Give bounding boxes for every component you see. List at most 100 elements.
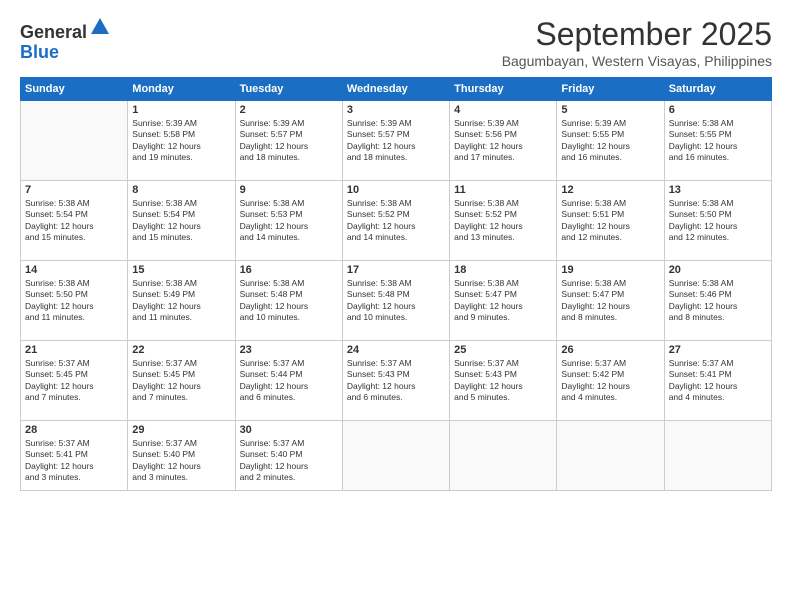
day-number: 12 bbox=[561, 184, 659, 196]
calendar-cell: 15 Sunrise: 5:38 AM Sunset: 5:49 PM Dayli… bbox=[128, 261, 235, 341]
day-number: 18 bbox=[454, 264, 552, 276]
header-tuesday: Tuesday bbox=[235, 78, 342, 101]
day-number: 15 bbox=[132, 264, 230, 276]
day-info: Sunrise: 5:37 AM Sunset: 5:43 PM Dayligh… bbox=[347, 358, 445, 404]
day-info: Sunrise: 5:38 AM Sunset: 5:48 PM Dayligh… bbox=[240, 278, 338, 324]
day-info: Sunrise: 5:38 AM Sunset: 5:52 PM Dayligh… bbox=[454, 198, 552, 244]
day-number: 25 bbox=[454, 344, 552, 356]
day-info: Sunrise: 5:37 AM Sunset: 5:45 PM Dayligh… bbox=[132, 358, 230, 404]
location: Bagumbayan, Western Visayas, Philippines bbox=[502, 53, 772, 69]
day-number: 21 bbox=[25, 344, 123, 356]
calendar-cell bbox=[664, 421, 771, 491]
day-number: 19 bbox=[561, 264, 659, 276]
calendar-cell: 21 Sunrise: 5:37 AM Sunset: 5:45 PM Dayli… bbox=[21, 341, 128, 421]
calendar-cell: 23 Sunrise: 5:37 AM Sunset: 5:44 PM Dayli… bbox=[235, 341, 342, 421]
calendar-cell: 13 Sunrise: 5:38 AM Sunset: 5:50 PM Dayli… bbox=[664, 181, 771, 261]
day-info: Sunrise: 5:37 AM Sunset: 5:43 PM Dayligh… bbox=[454, 358, 552, 404]
header-wednesday: Wednesday bbox=[342, 78, 449, 101]
calendar-cell bbox=[450, 421, 557, 491]
calendar-cell: 16Sunrise: 5:38 AM Sunset: 5:48 PM Dayli… bbox=[235, 261, 342, 341]
day-number: 26 bbox=[561, 344, 659, 356]
day-info: Sunrise: 5:38 AM Sunset: 5:48 PM Dayligh… bbox=[347, 278, 445, 324]
day-number: 11 bbox=[454, 184, 552, 196]
calendar-cell: 18 Sunrise: 5:38 AM Sunset: 5:47 PM Dayli… bbox=[450, 261, 557, 341]
day-info: Sunrise: 5:38 AM Sunset: 5:55 PM Dayligh… bbox=[669, 118, 767, 164]
calendar-header-row: Sunday Monday Tuesday Wednesday Thursday… bbox=[21, 78, 772, 101]
calendar-cell: 5Sunrise: 5:39 AM Sunset: 5:55 PM Daylig… bbox=[557, 101, 664, 181]
day-number: 27 bbox=[669, 344, 767, 356]
calendar-cell: 12 Sunrise: 5:38 AM Sunset: 5:51 PM Dayli… bbox=[557, 181, 664, 261]
page-header: General Blue September 2025 Bagumbayan, … bbox=[20, 16, 772, 69]
logo-blue-text: Blue bbox=[20, 42, 59, 62]
day-info: Sunrise: 5:38 AM Sunset: 5:53 PM Dayligh… bbox=[240, 198, 338, 244]
calendar-table: Sunday Monday Tuesday Wednesday Thursday… bbox=[20, 77, 772, 491]
calendar-cell: 20Sunrise: 5:38 AM Sunset: 5:46 PM Dayli… bbox=[664, 261, 771, 341]
day-info: Sunrise: 5:38 AM Sunset: 5:51 PM Dayligh… bbox=[561, 198, 659, 244]
day-number: 9 bbox=[240, 184, 338, 196]
logo-icon bbox=[89, 16, 111, 38]
calendar-cell: 22 Sunrise: 5:37 AM Sunset: 5:45 PM Dayli… bbox=[128, 341, 235, 421]
calendar-cell bbox=[557, 421, 664, 491]
calendar-cell: 19 Sunrise: 5:38 AM Sunset: 5:47 PM Dayli… bbox=[557, 261, 664, 341]
month-title: September 2025 bbox=[502, 16, 772, 53]
calendar-cell: 9 Sunrise: 5:38 AM Sunset: 5:53 PM Daylig… bbox=[235, 181, 342, 261]
day-info: Sunrise: 5:39 AM Sunset: 5:58 PM Dayligh… bbox=[132, 118, 230, 164]
calendar-cell: 29 Sunrise: 5:37 AM Sunset: 5:40 PM Dayli… bbox=[128, 421, 235, 491]
day-number: 29 bbox=[132, 424, 230, 436]
day-info: Sunrise: 5:38 AM Sunset: 5:50 PM Dayligh… bbox=[669, 198, 767, 244]
calendar-cell: 26 Sunrise: 5:37 AM Sunset: 5:42 PM Dayli… bbox=[557, 341, 664, 421]
header-thursday: Thursday bbox=[450, 78, 557, 101]
header-sunday: Sunday bbox=[21, 78, 128, 101]
day-info: Sunrise: 5:37 AM Sunset: 5:45 PM Dayligh… bbox=[25, 358, 123, 404]
day-info: Sunrise: 5:39 AM Sunset: 5:57 PM Dayligh… bbox=[347, 118, 445, 164]
header-saturday: Saturday bbox=[664, 78, 771, 101]
header-friday: Friday bbox=[557, 78, 664, 101]
day-info: Sunrise: 5:37 AM Sunset: 5:44 PM Dayligh… bbox=[240, 358, 338, 404]
day-info: Sunrise: 5:37 AM Sunset: 5:41 PM Dayligh… bbox=[25, 438, 123, 484]
calendar-cell: 4Sunrise: 5:39 AM Sunset: 5:56 PM Daylig… bbox=[450, 101, 557, 181]
day-info: Sunrise: 5:37 AM Sunset: 5:40 PM Dayligh… bbox=[240, 438, 338, 484]
day-number: 6 bbox=[669, 104, 767, 116]
calendar-cell: 27 Sunrise: 5:37 AM Sunset: 5:41 PM Dayli… bbox=[664, 341, 771, 421]
calendar-cell: 25 Sunrise: 5:37 AM Sunset: 5:43 PM Dayli… bbox=[450, 341, 557, 421]
day-number: 2 bbox=[240, 104, 338, 116]
calendar-cell: 8 Sunrise: 5:38 AM Sunset: 5:54 PM Daylig… bbox=[128, 181, 235, 261]
day-info: Sunrise: 5:39 AM Sunset: 5:56 PM Dayligh… bbox=[454, 118, 552, 164]
calendar-cell: 2 Sunrise: 5:39 AM Sunset: 5:57 PM Daylig… bbox=[235, 101, 342, 181]
day-info: Sunrise: 5:38 AM Sunset: 5:50 PM Dayligh… bbox=[25, 278, 123, 324]
calendar-cell: 11 Sunrise: 5:38 AM Sunset: 5:52 PM Dayli… bbox=[450, 181, 557, 261]
day-info: Sunrise: 5:37 AM Sunset: 5:42 PM Dayligh… bbox=[561, 358, 659, 404]
calendar-cell: 3 Sunrise: 5:39 AM Sunset: 5:57 PM Daylig… bbox=[342, 101, 449, 181]
day-info: Sunrise: 5:38 AM Sunset: 5:49 PM Dayligh… bbox=[132, 278, 230, 324]
day-info: Sunrise: 5:38 AM Sunset: 5:52 PM Dayligh… bbox=[347, 198, 445, 244]
day-number: 23 bbox=[240, 344, 338, 356]
day-number: 8 bbox=[132, 184, 230, 196]
logo: General Blue bbox=[20, 16, 111, 63]
day-info: Sunrise: 5:37 AM Sunset: 5:40 PM Dayligh… bbox=[132, 438, 230, 484]
logo-general-text: General bbox=[20, 22, 87, 42]
calendar-cell: 30 Sunrise: 5:37 AM Sunset: 5:40 PM Dayli… bbox=[235, 421, 342, 491]
day-number: 28 bbox=[25, 424, 123, 436]
day-info: Sunrise: 5:38 AM Sunset: 5:54 PM Dayligh… bbox=[132, 198, 230, 244]
calendar-cell: 6 Sunrise: 5:38 AM Sunset: 5:55 PM Daylig… bbox=[664, 101, 771, 181]
calendar-cell: 14Sunrise: 5:38 AM Sunset: 5:50 PM Dayli… bbox=[21, 261, 128, 341]
day-number: 13 bbox=[669, 184, 767, 196]
day-number: 10 bbox=[347, 184, 445, 196]
day-number: 30 bbox=[240, 424, 338, 436]
day-info: Sunrise: 5:38 AM Sunset: 5:47 PM Dayligh… bbox=[561, 278, 659, 324]
day-info: Sunrise: 5:38 AM Sunset: 5:47 PM Dayligh… bbox=[454, 278, 552, 324]
day-number: 3 bbox=[347, 104, 445, 116]
day-number: 20 bbox=[669, 264, 767, 276]
calendar-cell: 17Sunrise: 5:38 AM Sunset: 5:48 PM Dayli… bbox=[342, 261, 449, 341]
day-info: Sunrise: 5:39 AM Sunset: 5:57 PM Dayligh… bbox=[240, 118, 338, 164]
day-number: 22 bbox=[132, 344, 230, 356]
calendar-cell: 10 Sunrise: 5:38 AM Sunset: 5:52 PM Dayli… bbox=[342, 181, 449, 261]
day-info: Sunrise: 5:38 AM Sunset: 5:54 PM Dayligh… bbox=[25, 198, 123, 244]
day-info: Sunrise: 5:37 AM Sunset: 5:41 PM Dayligh… bbox=[669, 358, 767, 404]
day-number: 7 bbox=[25, 184, 123, 196]
calendar-cell bbox=[21, 101, 128, 181]
title-block: September 2025 Bagumbayan, Western Visay… bbox=[502, 16, 772, 69]
header-monday: Monday bbox=[128, 78, 235, 101]
day-number: 1 bbox=[132, 104, 230, 116]
day-number: 5 bbox=[561, 104, 659, 116]
